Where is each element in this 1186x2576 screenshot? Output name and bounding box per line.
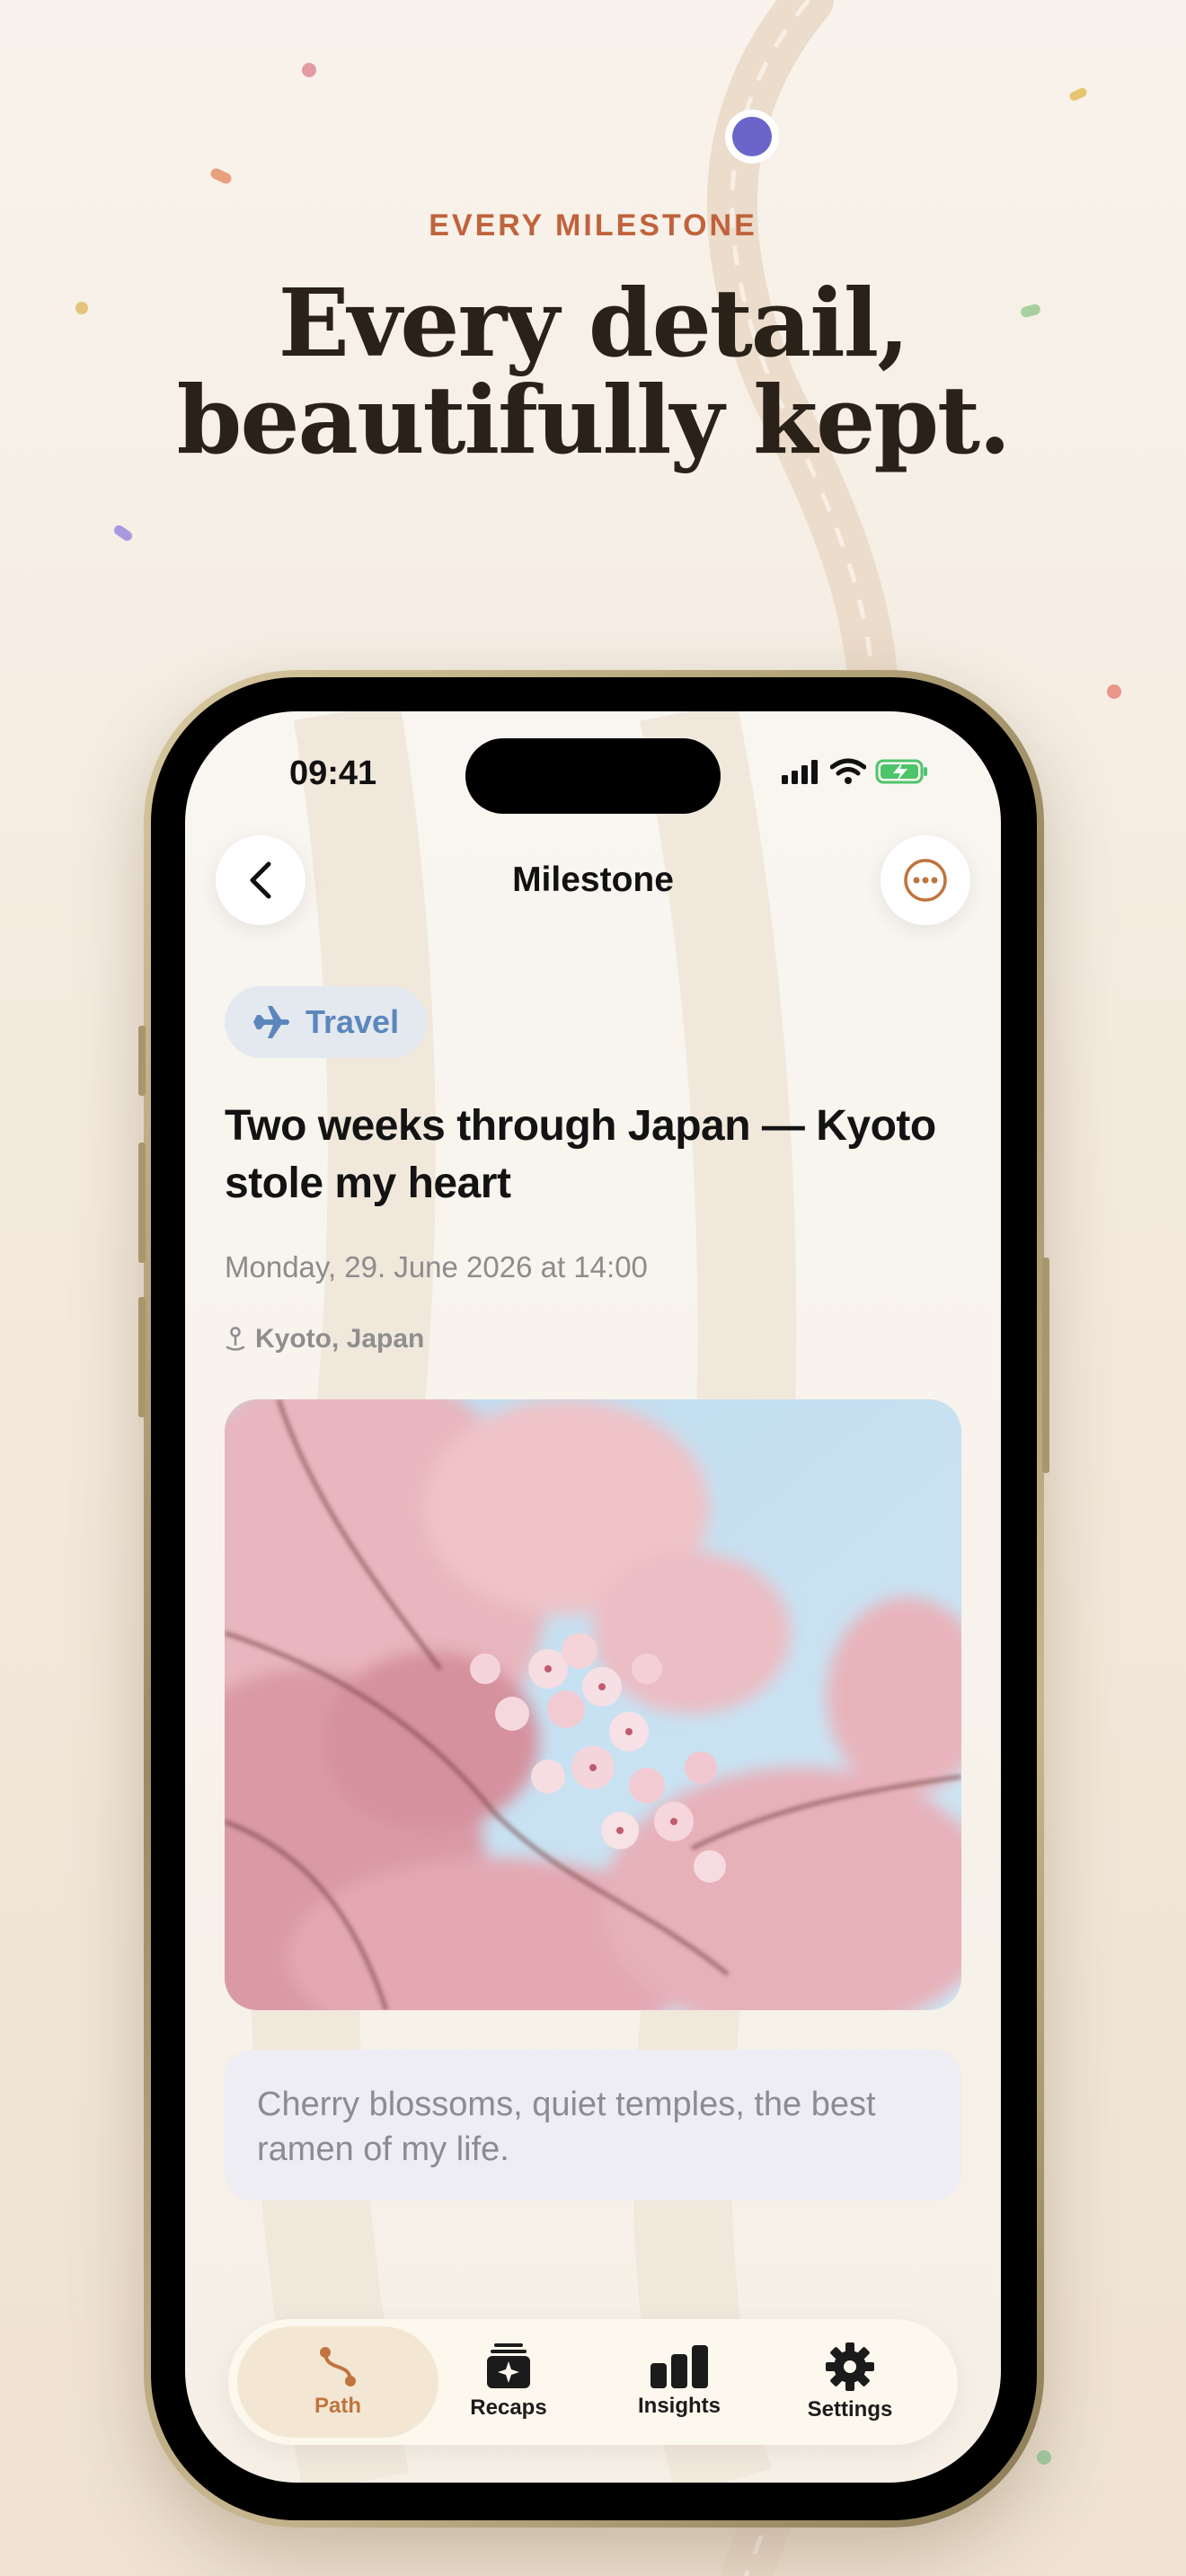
- airplane-icon: [253, 1006, 289, 1038]
- road-marker: [732, 117, 772, 156]
- headline: Every detail, beautifully kept.: [0, 275, 1186, 469]
- milestone-location: Kyoto, Japan: [225, 1324, 424, 1354]
- location-label: Kyoto, Japan: [255, 1324, 425, 1354]
- milestone-date: Monday, 29. June 2026 at 14:00: [225, 1250, 648, 1284]
- milestone-title: Two weeks through Japan — Kyoto stole my…: [225, 1102, 936, 1207]
- cherry-blossom-image: [225, 1399, 961, 2010]
- confetti-dot: [1037, 2450, 1051, 2465]
- tab-insights-label: Insights: [637, 2394, 721, 2418]
- location-pin-icon: [226, 1327, 245, 1351]
- headline-line-2: beautifully kept.: [176, 365, 1012, 475]
- tab-bar: Path Recaps Insights Settings: [228, 2319, 958, 2445]
- category-chip[interactable]: Travel: [225, 986, 429, 1058]
- recaps-icon: [487, 2343, 530, 2388]
- power-button: [1042, 1257, 1049, 1473]
- path-icon: [320, 2347, 356, 2386]
- wifi-icon: [830, 758, 866, 784]
- action-button: [138, 1026, 146, 1096]
- milestone-note: Cherry blossoms, quiet temples, the best…: [225, 2050, 961, 2201]
- volume-down-button: [138, 1297, 146, 1417]
- status-icons: [782, 758, 929, 785]
- page-title: Milestone: [512, 860, 674, 899]
- eyebrow-label: EVERY MILESTONE: [429, 208, 757, 243]
- cellular-signal-icon: [782, 760, 818, 784]
- confetti-dot: [302, 63, 316, 77]
- milestone-photo[interactable]: [225, 1399, 961, 2010]
- volume-up-button: [138, 1142, 146, 1263]
- status-time: 09:41: [289, 754, 377, 792]
- tab-recaps-label: Recaps: [470, 2395, 547, 2420]
- phone-screen: 09:41 Milestone Travel Two weeks through…: [185, 711, 1001, 2483]
- tab-settings-label: Settings: [807, 2397, 893, 2422]
- category-label: Travel: [305, 1003, 400, 1040]
- dynamic-island: [465, 738, 721, 814]
- more-options-button[interactable]: [881, 835, 970, 925]
- headline-line-1: Every detail,: [278, 268, 910, 378]
- ellipsis-circle-icon: [904, 859, 947, 902]
- confetti-dot: [1107, 684, 1121, 699]
- insights-icon: [651, 2345, 708, 2388]
- battery-charging-icon: [875, 759, 927, 784]
- tab-path-label: Path: [314, 2394, 361, 2418]
- gear-icon: [826, 2342, 874, 2391]
- tab-settings[interactable]: Settings: [749, 2326, 951, 2438]
